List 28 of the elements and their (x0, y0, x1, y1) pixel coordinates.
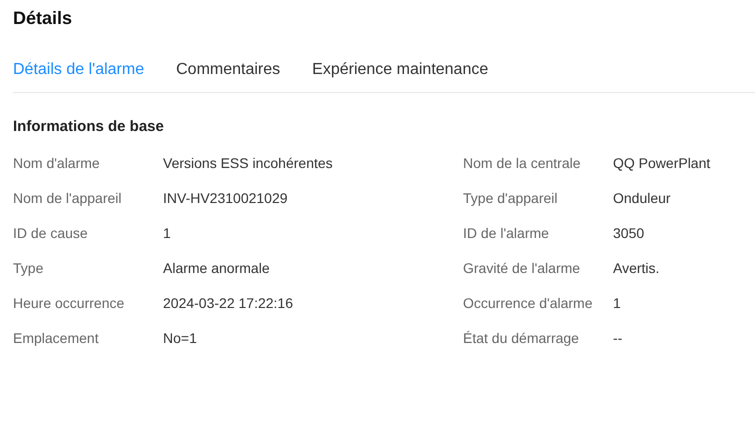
field-value: 2024-03-22 17:22:16 (163, 294, 294, 313)
field-label: Occurrence d'alarme (463, 294, 594, 313)
field-value: Versions ESS incohérentes (163, 154, 334, 173)
section-title: Informations de base (13, 117, 165, 137)
field-label: Nom d'alarme (13, 154, 101, 173)
field-value: Avertis. (613, 259, 660, 278)
field-label: Type d'appareil (463, 189, 559, 208)
field-label: ID de cause (13, 224, 89, 243)
field-label: ID de l'alarme (463, 224, 550, 243)
field-label: Emplacement (13, 329, 100, 348)
field-value: Alarme anormale (163, 259, 271, 278)
field-label: Nom de la centrale (463, 154, 582, 173)
field-label: Type (13, 259, 44, 278)
field-label: Gravité de l'alarme (463, 259, 582, 278)
field-value: INV-HV2310021029 (163, 189, 289, 208)
field-label: Nom de l'appareil (13, 189, 123, 208)
field-label: État du démarrage (463, 329, 580, 348)
field-value: -- (613, 329, 624, 348)
tab[interactable]: Commentaires (176, 60, 280, 80)
field-value: 1 (613, 294, 622, 313)
page-title: Détails (13, 7, 74, 29)
tab[interactable]: Expérience maintenance (312, 60, 488, 80)
field-value: No=1 (163, 329, 198, 348)
field-value: Onduleur (613, 189, 672, 208)
field-label: Heure occurrence (13, 294, 126, 313)
field-value: 3050 (613, 224, 646, 243)
field-value: 1 (163, 224, 172, 243)
field-value: QQ PowerPlant (613, 154, 712, 173)
